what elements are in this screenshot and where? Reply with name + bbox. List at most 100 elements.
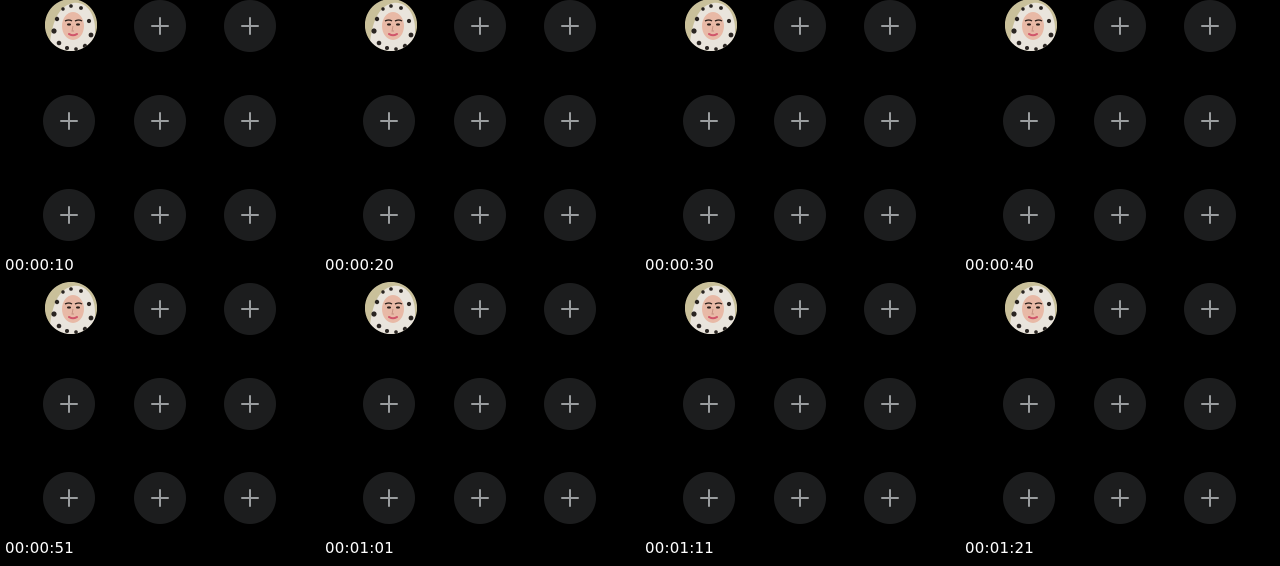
add-participant-button[interactable] xyxy=(224,283,276,335)
add-participant-button[interactable] xyxy=(1184,0,1236,52)
add-participant-button[interactable] xyxy=(1094,189,1146,241)
timestamp-label: 00:00:51 xyxy=(5,539,74,557)
add-participant-button[interactable] xyxy=(683,378,735,430)
add-participant-button[interactable] xyxy=(1184,378,1236,430)
add-participant-button[interactable] xyxy=(454,472,506,524)
add-participant-button[interactable] xyxy=(224,378,276,430)
add-participant-button[interactable] xyxy=(1184,95,1236,147)
add-participant-button[interactable] xyxy=(224,189,276,241)
plus-icon xyxy=(791,489,809,507)
add-participant-button[interactable] xyxy=(224,0,276,52)
person-photo xyxy=(45,282,97,334)
plus-icon xyxy=(700,206,718,224)
plus-icon xyxy=(151,112,169,130)
add-participant-button[interactable] xyxy=(864,0,916,52)
add-participant-button[interactable] xyxy=(683,189,735,241)
plus-icon xyxy=(241,300,259,318)
timestamp-label: 00:01:21 xyxy=(965,539,1034,557)
add-participant-button[interactable] xyxy=(363,189,415,241)
add-participant-button[interactable] xyxy=(683,472,735,524)
add-participant-button[interactable] xyxy=(134,189,186,241)
participant-avatar[interactable] xyxy=(1005,282,1057,334)
add-participant-button[interactable] xyxy=(1094,378,1146,430)
add-participant-button[interactable] xyxy=(134,0,186,52)
add-participant-button[interactable] xyxy=(544,378,596,430)
participant-avatar[interactable] xyxy=(365,282,417,334)
plus-icon xyxy=(1111,300,1129,318)
add-participant-button[interactable] xyxy=(363,472,415,524)
plus-icon xyxy=(380,489,398,507)
add-participant-button[interactable] xyxy=(1094,0,1146,52)
add-participant-button[interactable] xyxy=(454,189,506,241)
add-participant-button[interactable] xyxy=(864,472,916,524)
add-participant-button[interactable] xyxy=(43,95,95,147)
video-frame: 00:01:11 xyxy=(640,282,960,566)
add-participant-button[interactable] xyxy=(774,283,826,335)
plus-icon xyxy=(561,395,579,413)
add-participant-button[interactable] xyxy=(363,378,415,430)
add-participant-button[interactable] xyxy=(1003,378,1055,430)
add-participant-button[interactable] xyxy=(864,95,916,147)
add-participant-button[interactable] xyxy=(544,472,596,524)
add-participant-button[interactable] xyxy=(1094,95,1146,147)
add-participant-button[interactable] xyxy=(454,283,506,335)
add-participant-button[interactable] xyxy=(1003,95,1055,147)
plus-icon xyxy=(881,300,899,318)
add-participant-button[interactable] xyxy=(1003,472,1055,524)
add-participant-button[interactable] xyxy=(363,95,415,147)
add-participant-button[interactable] xyxy=(1094,472,1146,524)
add-participant-button[interactable] xyxy=(774,0,826,52)
plus-icon xyxy=(561,17,579,35)
plus-icon xyxy=(60,206,78,224)
plus-icon xyxy=(881,206,899,224)
add-participant-button[interactable] xyxy=(454,378,506,430)
add-participant-button[interactable] xyxy=(43,189,95,241)
plus-icon xyxy=(561,300,579,318)
add-participant-button[interactable] xyxy=(544,189,596,241)
add-participant-button[interactable] xyxy=(864,283,916,335)
add-participant-button[interactable] xyxy=(864,189,916,241)
person-photo xyxy=(45,0,97,51)
participant-avatar[interactable] xyxy=(45,282,97,334)
add-participant-button[interactable] xyxy=(43,472,95,524)
participant-avatar[interactable] xyxy=(1005,0,1057,51)
add-participant-button[interactable] xyxy=(683,95,735,147)
add-participant-button[interactable] xyxy=(454,95,506,147)
add-participant-button[interactable] xyxy=(134,95,186,147)
add-participant-button[interactable] xyxy=(43,378,95,430)
add-participant-button[interactable] xyxy=(1003,189,1055,241)
add-participant-button[interactable] xyxy=(544,283,596,335)
add-participant-button[interactable] xyxy=(544,95,596,147)
video-frame: 00:01:01 xyxy=(320,282,640,566)
add-participant-button[interactable] xyxy=(774,472,826,524)
plus-icon xyxy=(791,300,809,318)
plus-icon xyxy=(380,395,398,413)
add-participant-button[interactable] xyxy=(1184,189,1236,241)
timestamp-label: 00:00:30 xyxy=(645,256,714,274)
plus-icon xyxy=(881,489,899,507)
plus-icon xyxy=(471,206,489,224)
participant-avatar[interactable] xyxy=(365,0,417,51)
add-participant-button[interactable] xyxy=(454,0,506,52)
video-frame-contact-sheet: 00:00:10 00:00:20 00:00:30 00:00:40 00:00:51… xyxy=(0,0,1280,566)
add-participant-button[interactable] xyxy=(774,378,826,430)
add-participant-button[interactable] xyxy=(224,472,276,524)
participant-avatar[interactable] xyxy=(685,282,737,334)
plus-icon xyxy=(1201,206,1219,224)
person-photo xyxy=(1005,0,1057,51)
add-participant-button[interactable] xyxy=(774,189,826,241)
add-participant-button[interactable] xyxy=(1184,472,1236,524)
add-participant-button[interactable] xyxy=(544,0,596,52)
add-participant-button[interactable] xyxy=(134,472,186,524)
add-participant-button[interactable] xyxy=(864,378,916,430)
add-participant-button[interactable] xyxy=(134,283,186,335)
plus-icon xyxy=(700,395,718,413)
add-participant-button[interactable] xyxy=(134,378,186,430)
participant-avatar[interactable] xyxy=(685,0,737,51)
participant-avatar[interactable] xyxy=(45,0,97,51)
add-participant-button[interactable] xyxy=(224,95,276,147)
add-participant-button[interactable] xyxy=(1184,283,1236,335)
add-participant-button[interactable] xyxy=(1094,283,1146,335)
add-participant-button[interactable] xyxy=(774,95,826,147)
plus-icon xyxy=(241,112,259,130)
